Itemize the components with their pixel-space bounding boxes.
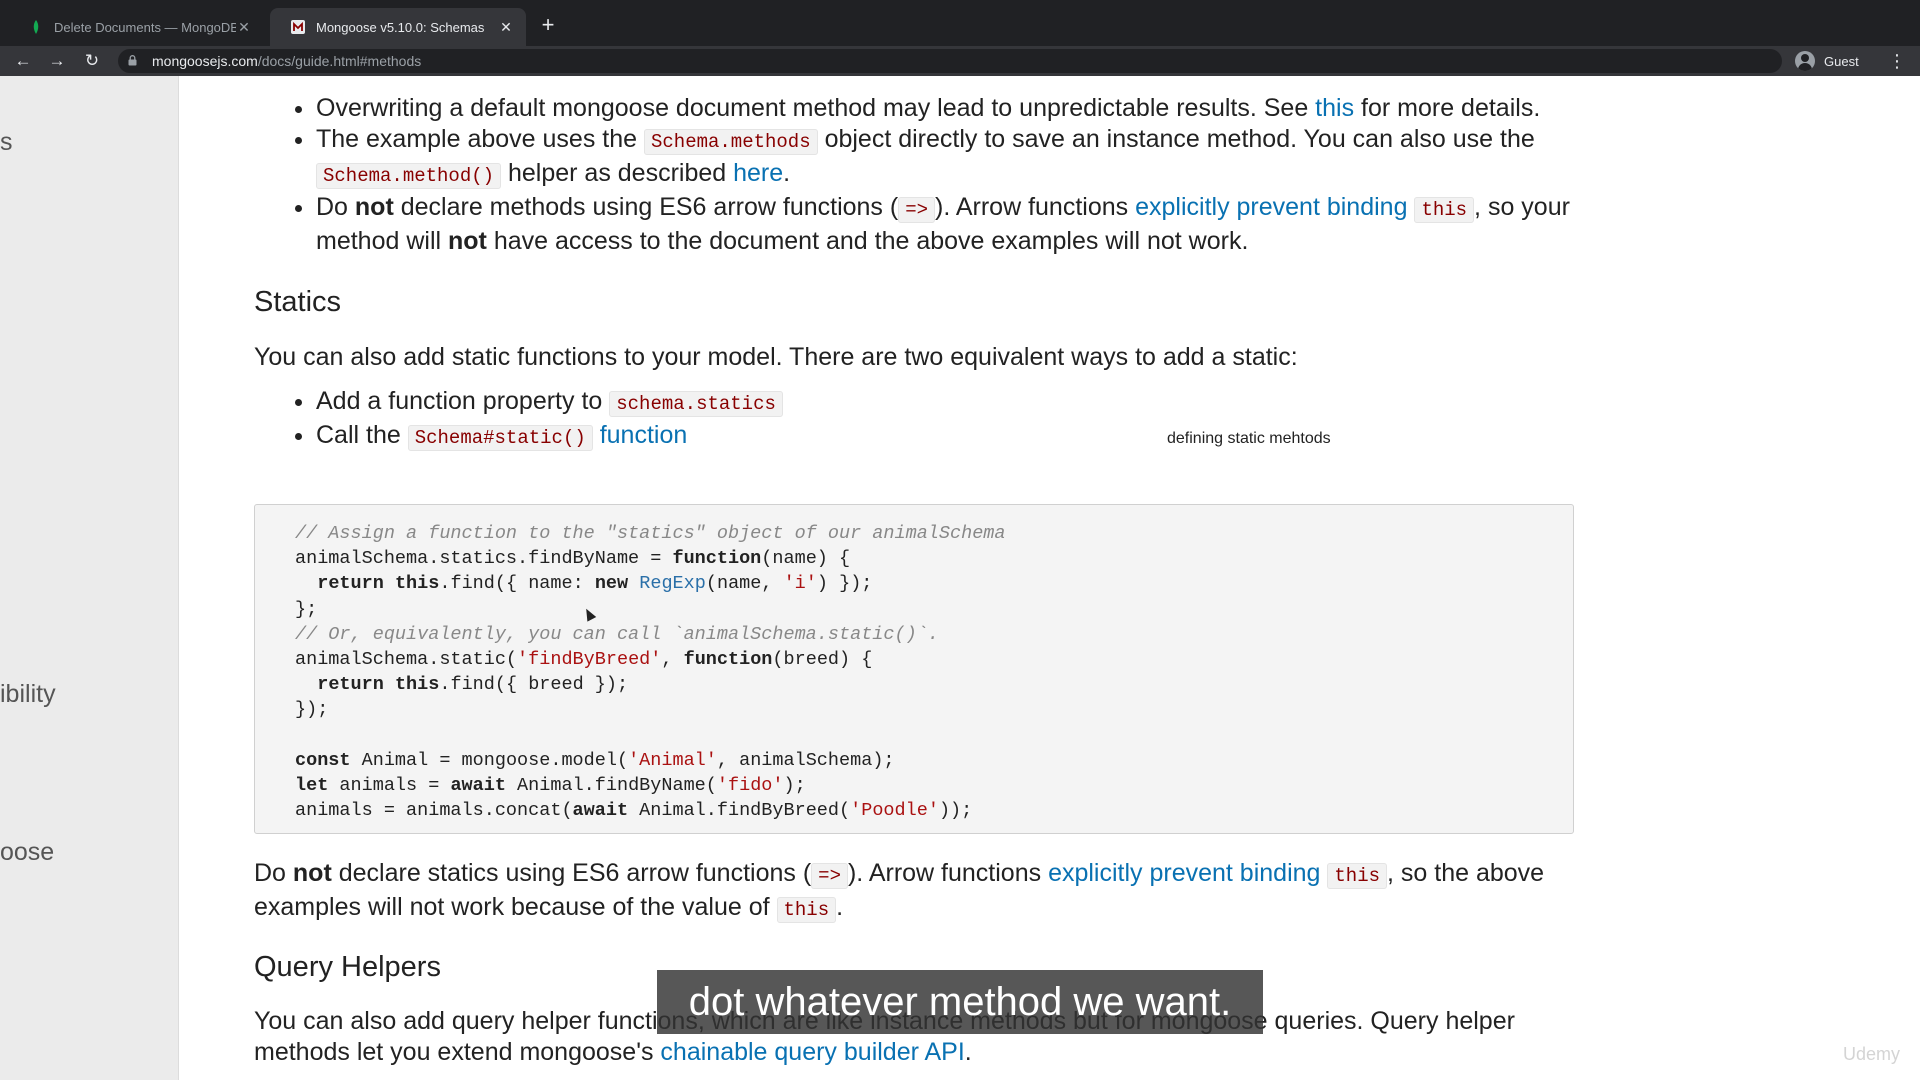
code-line: animals = animals.concat(await Animal.fi… [295,800,973,822]
statics-heading: Statics [254,286,342,318]
more-menu-icon[interactable]: ⋮ [1888,50,1906,72]
sidebar-item[interactable]: oose [0,838,54,867]
inline-code: => [898,197,936,223]
query-builder-link[interactable]: chainable query builder API [660,1038,964,1066]
bold-text: not [354,193,394,221]
profile-button[interactable]: Guest [1795,49,1859,73]
text: The example above uses the [316,125,644,153]
code-line: return this.find({ name: new RegExp(name… [317,573,873,595]
video-annotation: defining static mehtods [1167,430,1331,447]
methods-notes-list: Overwriting a default mongoose document … [254,93,1574,257]
tab-title: Mongoose v5.10.0: Schemas [316,19,485,35]
tab-delete-documents[interactable]: Delete Documents — MongoDB ✕ [8,8,264,46]
sidebar-item[interactable]: s [0,128,13,157]
code-line: return this.find({ breed }); [317,674,629,696]
text: . [783,159,791,187]
statics-ways-list: Add a function property to schema.static… [254,386,1574,454]
close-tab-icon[interactable]: ✕ [236,19,252,35]
inline-code: this [1327,863,1388,889]
bold-text: not [292,859,332,887]
text: declare methods using ES6 arrow function… [393,193,899,221]
inline-code: => [811,863,848,889]
inline-code: this [1414,197,1475,223]
inline-code: Schema.method() [316,163,502,189]
code-line: const Animal = mongoose.model('Animal', … [295,749,895,771]
new-tab-icon[interactable]: + [536,13,560,37]
code-line: }); [295,699,329,721]
list-item: Add a function property to schema.static… [316,386,1574,420]
browser-toolbar: ← → ↻ mongoosejs.com/docs/guide.html#met… [0,46,1920,76]
text: for more details. [1354,94,1541,122]
statics-warning: Do not declare statics using ES6 arrow f… [254,858,1574,926]
statics-intro: You can also add static functions to you… [254,343,1298,371]
text: Do [316,193,355,221]
code-line: animalSchema.static('findByBreed', funct… [295,649,873,671]
mongodb-leaf-icon [33,20,39,34]
close-tab-icon[interactable]: ✕ [498,19,514,35]
code-block: // Assign a function to the "statics" ob… [254,504,1574,834]
code-line: // Assign a function to the "statics" ob… [295,523,1006,544]
tab-title: Delete Documents — MongoDB [54,19,236,35]
mongoose-logo-icon [291,20,305,34]
bold-text: not [448,227,487,255]
main-content: Overwriting a default mongoose document … [254,76,1574,454]
text: ). Arrow functions [847,859,1049,887]
code-line: let animals = await Animal.findByName('f… [295,775,806,797]
here-link[interactable]: here [733,159,783,187]
docs-sidebar: s ibility oose [0,76,179,1080]
inline-code: Schema.methods [643,129,818,155]
back-arrow-icon[interactable]: ← [12,50,34,72]
avatar-icon [1795,51,1815,71]
text: ). Arrow functions [935,193,1136,221]
profile-label: Guest [1824,53,1859,69]
code-line: }; [295,598,318,620]
code-line: // Or, equivalently, you can call `anima… [295,623,939,645]
text: . [836,893,844,921]
after-code-content: Do not declare statics using ES6 arrow f… [254,858,1574,1068]
list-item: Overwriting a default mongoose document … [316,93,1574,124]
url-host: mongoosejs.com [152,53,258,69]
sidebar-item[interactable]: ibility [0,680,56,709]
list-item: The example above uses the Schema.method… [316,124,1574,192]
text: declare statics using ES6 arrow function… [331,859,812,887]
text: Do [254,859,293,887]
url-path: /docs/guide.html#methods [257,53,422,69]
lock-icon [128,55,137,66]
udemy-watermark: Udemy [1843,1044,1901,1064]
reload-icon[interactable]: ↻ [81,50,103,72]
tab-mongoose-schemas[interactable]: Mongoose v5.10.0: Schemas ✕ [270,8,526,46]
inline-code: schema.statics [609,391,783,417]
this-link[interactable]: this [1315,94,1354,122]
inline-code: Schema#static() [407,425,593,451]
inline-code: this [776,897,837,923]
text: . [964,1038,972,1066]
address-bar[interactable]: mongoosejs.com/docs/guide.html#methods [118,49,1782,73]
video-caption: dot whatever method we want. [657,970,1263,1034]
text: object directly to save an instance meth… [817,125,1535,153]
code-listing: // Assign a function to the "statics" ob… [295,521,1006,823]
text: helper as described [501,159,734,187]
function-link[interactable]: function [600,421,688,449]
text: Overwriting a default mongoose document … [316,94,1316,122]
arrow-binding-link[interactable]: explicitly prevent binding [1135,193,1407,221]
forward-arrow-icon[interactable]: → [46,50,68,72]
code-line: animalSchema.statics.findByName = functi… [295,548,851,570]
tab-bar: Delete Documents — MongoDB ✕ Mongoose v5… [0,0,1920,46]
text: have access to the document and the abov… [486,227,1249,255]
url-text: mongoosejs.com/docs/guide.html#methods [152,53,421,69]
arrow-binding-link[interactable]: explicitly prevent binding [1048,859,1320,887]
list-item: Do not declare methods using ES6 arrow f… [316,192,1574,257]
text: Call the [316,421,408,449]
text: Add a function property to [316,387,610,415]
list-item: Call the Schema#static() function [316,420,1574,454]
